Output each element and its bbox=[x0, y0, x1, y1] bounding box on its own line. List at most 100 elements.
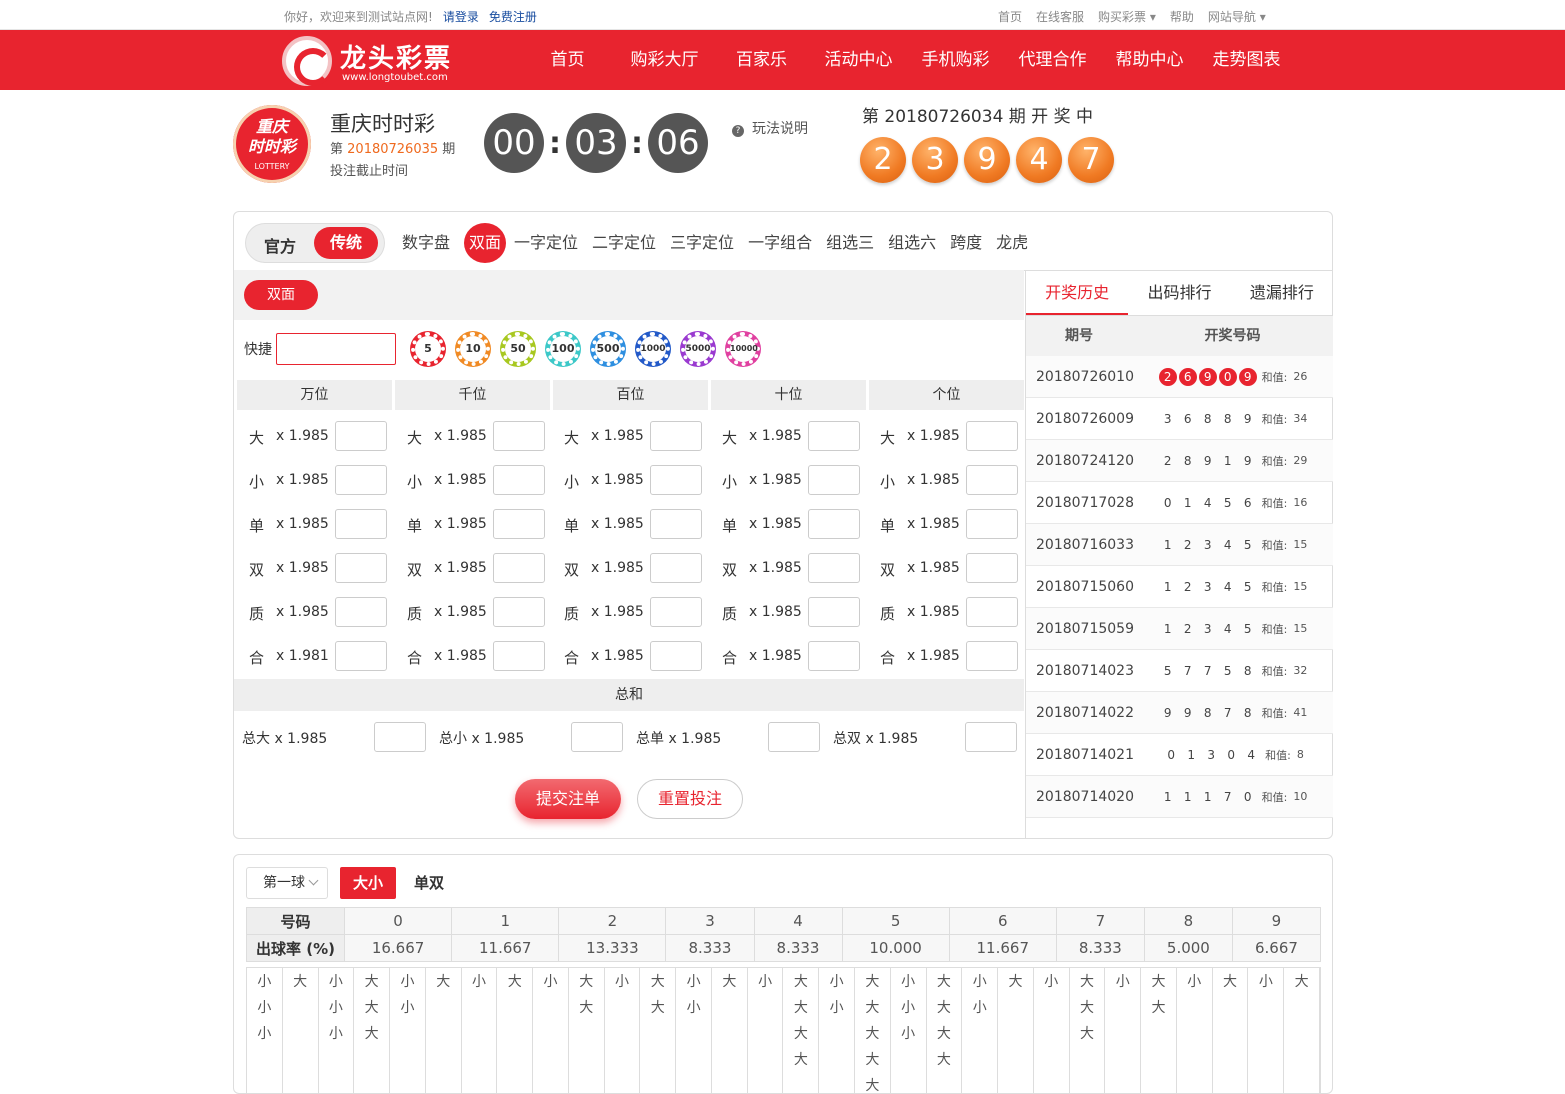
chip-500[interactable]: 500 bbox=[591, 332, 625, 366]
top-bar: 你好，欢迎来到测试站点网! 请登录 免费注册 首页 在线客服 购买彩票 ▾ 帮助 网站导航 … bbox=[0, 0, 1565, 30]
sum-amount-input[interactable] bbox=[571, 722, 623, 752]
history-tab[interactable]: 出码排行 bbox=[1128, 270, 1230, 315]
subtab[interactable]: 二字定位 bbox=[592, 223, 656, 263]
sum-amount-input[interactable] bbox=[768, 722, 820, 752]
nav-item[interactable]: 走势图表 bbox=[1198, 30, 1295, 90]
subtab[interactable]: 三字定位 bbox=[670, 223, 734, 263]
history-sum: 26 bbox=[1293, 370, 1308, 383]
bet-amount-input[interactable] bbox=[966, 641, 1018, 671]
bet-amount-input[interactable] bbox=[808, 465, 860, 495]
mode-traditional[interactable]: 传统 bbox=[314, 227, 378, 259]
bet-amount-input[interactable] bbox=[966, 421, 1018, 451]
bet-amount-input[interactable] bbox=[808, 597, 860, 627]
ball-select[interactable]: 第一球 bbox=[246, 867, 328, 899]
subtab[interactable]: 双面 bbox=[464, 223, 507, 263]
topbar-link[interactable]: 在线客服 bbox=[1036, 10, 1084, 24]
subtab[interactable]: 组选六 bbox=[888, 223, 936, 263]
bet-cell: 大 x 1.985 bbox=[407, 421, 547, 451]
mode-official[interactable]: 官方 bbox=[264, 233, 296, 257]
subtab[interactable]: 组选三 bbox=[826, 223, 874, 263]
bet-amount-input[interactable] bbox=[335, 641, 387, 671]
nav-item[interactable]: 首页 bbox=[519, 30, 616, 90]
oddeven-button[interactable]: 单双 bbox=[404, 867, 454, 899]
login-link[interactable]: 请登录 bbox=[443, 10, 479, 24]
trend-cell: 大 bbox=[1079, 1000, 1094, 1016]
bet-amount-input[interactable] bbox=[493, 641, 545, 671]
bet-odds: x 1.985 bbox=[591, 472, 644, 488]
bet-odds: x 1.985 bbox=[907, 648, 960, 664]
site-logo[interactable]: 龙头彩票 www.longtoubet.com bbox=[282, 36, 462, 86]
history-sum: 34 bbox=[1293, 412, 1308, 425]
bet-amount-input[interactable] bbox=[650, 641, 702, 671]
rules-link[interactable]: ? 玩法说明 bbox=[732, 118, 808, 138]
topbar-link[interactable]: 首页 bbox=[998, 10, 1022, 24]
history-number: 9 bbox=[1198, 367, 1217, 386]
bet-amount-input[interactable] bbox=[650, 553, 702, 583]
nav-item[interactable]: 手机购彩 bbox=[907, 30, 1004, 90]
reset-button[interactable]: 重置投注 bbox=[637, 779, 743, 819]
bet-amount-input[interactable] bbox=[493, 509, 545, 539]
mode-toggle[interactable]: 官方 传统 bbox=[246, 224, 384, 262]
bet-amount-input[interactable] bbox=[808, 509, 860, 539]
chip-1000[interactable]: 1000 bbox=[636, 332, 670, 366]
bet-amount-input[interactable] bbox=[966, 597, 1018, 627]
chip-5000[interactable]: 5000 bbox=[681, 332, 715, 366]
sum-amount-input[interactable] bbox=[374, 722, 426, 752]
chip-50[interactable]: 50 bbox=[501, 332, 535, 366]
history-sum: 29 bbox=[1293, 454, 1308, 467]
nav-item[interactable]: 活动中心 bbox=[810, 30, 907, 90]
bet-amount-input[interactable] bbox=[808, 641, 860, 671]
nav-item[interactable]: 帮助中心 bbox=[1101, 30, 1198, 90]
chip-5[interactable]: 5 bbox=[411, 332, 445, 366]
bet-amount-input[interactable] bbox=[650, 597, 702, 627]
topbar-link[interactable]: 购买彩票 ▾ bbox=[1098, 10, 1156, 24]
subtab[interactable]: 数字盘 bbox=[402, 223, 450, 263]
bet-amount-input[interactable] bbox=[335, 421, 387, 451]
history-numbers: 1 2 3 4 5 和值: 15 bbox=[1132, 579, 1333, 595]
bet-amount-input[interactable] bbox=[493, 597, 545, 627]
bet-amount-input[interactable] bbox=[966, 553, 1018, 583]
play-type-pill[interactable]: 双面 bbox=[244, 280, 318, 310]
bet-amount-input[interactable] bbox=[808, 553, 860, 583]
bet-amount-input[interactable] bbox=[808, 421, 860, 451]
subtab[interactable]: 龙虎 bbox=[996, 223, 1028, 263]
bet-amount-input[interactable] bbox=[335, 553, 387, 583]
register-link[interactable]: 免费注册 bbox=[489, 10, 537, 24]
nav-item[interactable]: 百家乐 bbox=[713, 30, 810, 90]
nav-item[interactable]: 购彩大厅 bbox=[616, 30, 713, 90]
history-tab[interactable]: 开奖历史 bbox=[1026, 270, 1129, 315]
submit-button[interactable]: 提交注单 bbox=[515, 779, 621, 819]
bet-amount-input[interactable] bbox=[493, 465, 545, 495]
topbar-link[interactable]: 网站导航 ▾ bbox=[1208, 10, 1266, 24]
bet-amount-input[interactable] bbox=[650, 509, 702, 539]
chip-10[interactable]: 10 bbox=[456, 332, 490, 366]
subtab[interactable]: 一字定位 bbox=[514, 223, 578, 263]
bet-amount-input[interactable] bbox=[493, 553, 545, 583]
bet-amount-input[interactable] bbox=[335, 597, 387, 627]
quick-amount-input[interactable] bbox=[276, 333, 396, 365]
nav-item[interactable]: 代理合作 bbox=[1004, 30, 1101, 90]
bet-amount-input[interactable] bbox=[335, 465, 387, 495]
bet-amount-input[interactable] bbox=[335, 509, 387, 539]
chip-100[interactable]: 100 bbox=[546, 332, 580, 366]
bigsmall-button[interactable]: 大小 bbox=[340, 867, 396, 899]
bet-amount-input[interactable] bbox=[650, 421, 702, 451]
trend-cell: 大 bbox=[865, 1026, 880, 1042]
bet-amount-input[interactable] bbox=[966, 509, 1018, 539]
bet-cell: 双 x 1.985 bbox=[564, 553, 704, 583]
bet-cell: 质 x 1.985 bbox=[407, 597, 547, 627]
chip-10000[interactable]: 10000 bbox=[726, 332, 760, 366]
bet-cell: 小 x 1.985 bbox=[880, 465, 1020, 495]
bet-amount-input[interactable] bbox=[966, 465, 1018, 495]
bet-amount-input[interactable] bbox=[493, 421, 545, 451]
topbar-link[interactable]: 帮助 bbox=[1170, 10, 1194, 24]
bet-amount-input[interactable] bbox=[650, 465, 702, 495]
history-tab[interactable]: 遗漏排行 bbox=[1231, 270, 1333, 315]
subtab[interactable]: 一字组合 bbox=[748, 223, 812, 263]
subtab[interactable]: 跨度 bbox=[950, 223, 982, 263]
sum-amount-input[interactable] bbox=[965, 722, 1017, 752]
history-row: 20180714023 5 7 7 5 8 和值: 32 bbox=[1026, 650, 1333, 692]
bet-option-label: 小 bbox=[722, 473, 738, 491]
trend-cell: 大 bbox=[936, 1000, 951, 1016]
position-header: 千位 bbox=[395, 380, 550, 410]
